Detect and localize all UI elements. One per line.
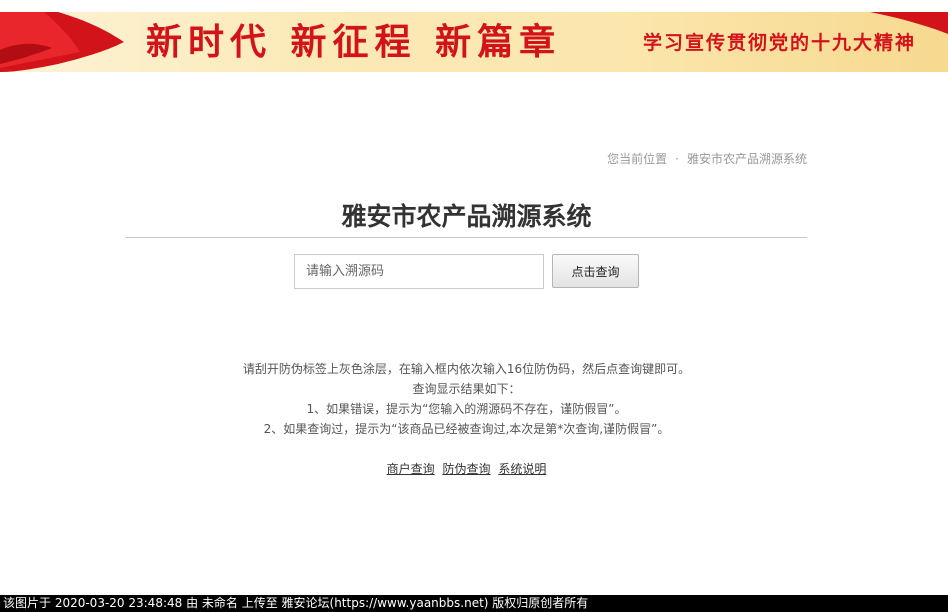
anti-fake-query-link[interactable]: 防伪查询 xyxy=(442,462,490,476)
breadcrumb-separator: · xyxy=(675,152,679,166)
merchant-query-link[interactable]: 商户查询 xyxy=(387,462,435,476)
banner-subtitle: 学习宣传贯彻党的十九大精神 xyxy=(643,32,917,54)
page-title: 雅安市农产品溯源系统 xyxy=(341,202,592,231)
breadcrumb-label: 您当前位置 xyxy=(607,152,668,166)
instruction-line: 请刮开防伪标签上灰色涂层，在输入框内依次输入16位防伪码，然后点查询键即可。 xyxy=(242,362,691,376)
system-info-link[interactable]: 系统说明 xyxy=(498,462,546,476)
instruction-line: 1、如果错误，提示为“您输入的溯源码不存在，谨防假冒”。 xyxy=(306,402,627,416)
instruction-line: 查询显示结果如下： xyxy=(412,382,521,396)
top-strip xyxy=(0,0,948,12)
banner-slogan: 新时代 新征程 新篇章 xyxy=(146,21,562,63)
header-banner: 新时代 新征程 新篇章 学习宣传贯彻党的十九大精神 xyxy=(0,12,948,72)
breadcrumb: 您当前位置 · 雅安市农产品溯源系统 xyxy=(607,150,807,167)
title-divider xyxy=(126,237,807,238)
breadcrumb-page-link[interactable]: 雅安市农产品溯源系统 xyxy=(687,152,807,166)
instruction-line: 2、如果查询过，提示为“该商品已经被查询过,本次是第*次查询,谨防假冒”。 xyxy=(263,422,670,436)
footer-links: 商户查询 防伪查询 系统说明 xyxy=(126,459,807,479)
query-button[interactable]: 点击查询 xyxy=(552,254,639,288)
instructions: 请刮开防伪标签上灰色涂层，在输入框内依次输入16位防伪码，然后点查询键即可。 查… xyxy=(126,359,807,439)
upload-caption: 该图片于 2020-03-20 23:48:48 由 未命名 上传至 雅安论坛(… xyxy=(0,595,948,612)
trace-code-input[interactable] xyxy=(294,254,544,289)
